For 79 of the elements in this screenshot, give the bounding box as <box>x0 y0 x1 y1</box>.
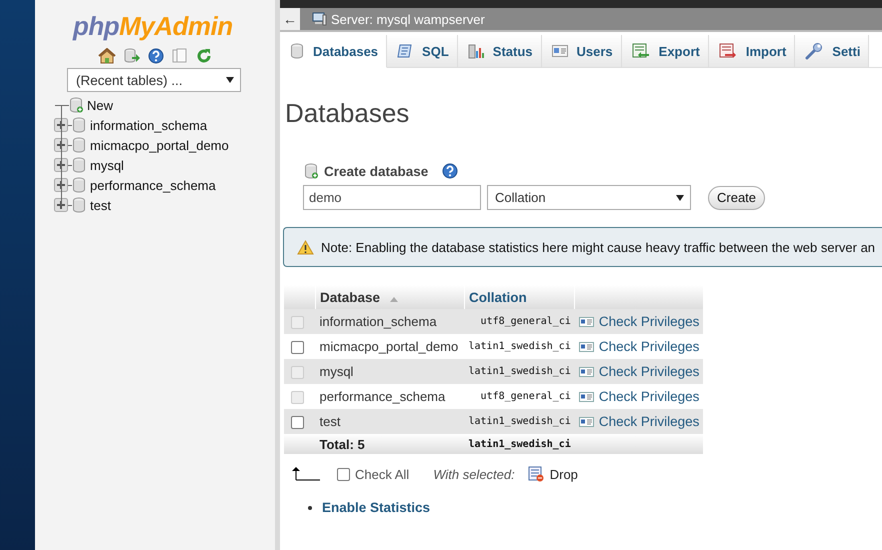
database-icon <box>72 117 86 133</box>
help-icon[interactable] <box>442 163 458 179</box>
server-breadcrumb[interactable]: Server: mysql wampserver <box>331 12 485 26</box>
database-icon <box>72 197 86 213</box>
database-link[interactable]: mysql <box>90 158 124 172</box>
caret-icon <box>676 194 684 200</box>
tab[interactable]: Status <box>458 35 542 67</box>
column-header[interactable]: Collation <box>469 290 527 304</box>
create-button[interactable]: Create <box>708 186 766 210</box>
database-name-field[interactable]: demo <box>303 185 481 210</box>
bar-chart-icon <box>468 43 484 59</box>
check-privileges-link[interactable]: Check Privileges <box>578 414 700 429</box>
with-selected-label: With selected: <box>433 466 515 482</box>
wrench-icon <box>805 42 824 60</box>
expand-icon[interactable] <box>54 158 68 172</box>
database-name[interactable]: micmacpo_portal_demo <box>316 334 464 359</box>
tab[interactable]: Setti <box>795 35 870 67</box>
database-link[interactable]: micmacpo_portal_demo <box>90 138 229 152</box>
create-database-label: Create database <box>324 164 428 178</box>
collation-cell: utf8_general_ci <box>464 309 575 334</box>
database-link[interactable]: information_schema <box>90 118 208 132</box>
up-arrow-icon <box>292 467 320 481</box>
collation-cell: utf8_general_ci <box>464 384 575 409</box>
tab[interactable]: Databases <box>280 35 388 68</box>
enable-statistics-link[interactable]: Enable Statistics <box>322 500 430 515</box>
new-database-icon <box>304 163 318 179</box>
scroll-icon <box>397 43 414 59</box>
database-icon <box>72 157 86 173</box>
collation-dropdown[interactable]: Collation <box>487 185 691 210</box>
id-card-icon[interactable] <box>578 316 594 326</box>
collation-cell: latin1_swedish_ci <box>464 359 575 384</box>
database-link[interactable]: performance_schema <box>90 178 216 192</box>
tab[interactable]: Export <box>622 35 709 67</box>
check-privileges-link[interactable]: Check Privileges <box>578 339 700 354</box>
expand-icon[interactable] <box>54 198 68 212</box>
app-logo[interactable]: phpMyAdmin <box>73 11 233 42</box>
help-icon[interactable] <box>148 48 164 64</box>
total-count: Total: 5 <box>316 434 464 454</box>
collation-cell: latin1_swedish_ci <box>464 334 575 359</box>
recent-tables-dropdown[interactable]: (Recent tables) ... <box>67 68 241 92</box>
row-checkbox[interactable] <box>290 341 304 354</box>
collation-cell: latin1_swedish_ci <box>464 434 575 454</box>
new-database-link[interactable]: New <box>87 98 114 112</box>
reload-icon[interactable] <box>196 48 212 64</box>
server-icon <box>312 12 327 26</box>
expand-icon[interactable] <box>54 118 68 132</box>
drop-button[interactable]: Drop <box>528 466 578 482</box>
tab[interactable]: Users <box>542 35 622 67</box>
collation-cell: latin1_swedish_ci <box>464 409 575 434</box>
expand-icon[interactable] <box>54 178 68 192</box>
database-link[interactable]: test <box>90 198 111 212</box>
back-button[interactable]: ← <box>280 8 300 30</box>
tab[interactable]: Import <box>708 35 796 67</box>
id-card-icon[interactable] <box>578 392 594 402</box>
bullet-icon <box>308 506 312 510</box>
check-all-label[interactable]: Check All <box>355 466 410 482</box>
export-icon <box>632 43 650 59</box>
home-icon[interactable] <box>98 48 116 64</box>
id-card-icon[interactable] <box>578 416 594 426</box>
database-name[interactable]: test <box>316 409 464 434</box>
expand-icon[interactable] <box>54 138 68 152</box>
tab[interactable]: SQL <box>387 35 458 67</box>
id-card-icon <box>552 45 568 57</box>
new-database-icon <box>69 97 83 113</box>
caret-icon <box>226 77 234 83</box>
table-delete-icon <box>528 466 544 482</box>
row-checkbox[interactable] <box>290 416 304 430</box>
database-icon <box>290 43 304 59</box>
warning-icon <box>297 240 314 254</box>
check-all-checkbox[interactable] <box>337 468 350 480</box>
database-arrow-icon[interactable] <box>124 48 140 64</box>
database-icon <box>72 177 86 193</box>
id-card-icon[interactable] <box>578 366 594 376</box>
note-text: Note: Enabling the database statistics here might cause heavy traffic between the web server an <box>321 240 876 254</box>
database-icon <box>72 137 86 153</box>
id-card-icon[interactable] <box>578 342 594 352</box>
page-title: Databases <box>285 98 410 129</box>
import-icon <box>718 43 737 59</box>
column-header[interactable]: Database <box>320 290 380 304</box>
